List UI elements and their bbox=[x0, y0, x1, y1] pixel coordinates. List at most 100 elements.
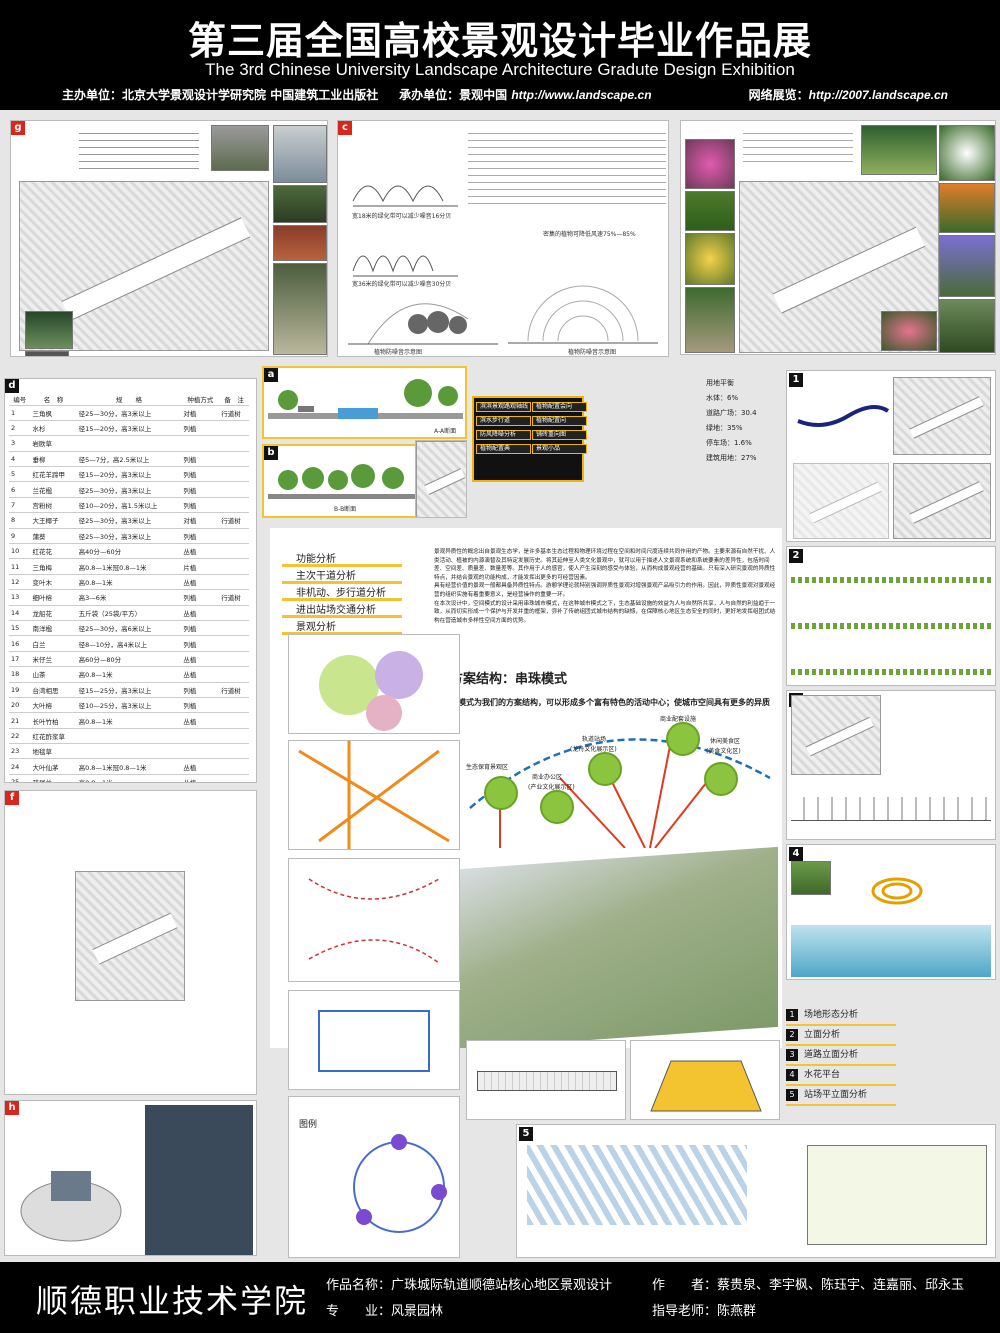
table-cell: 长叶竹柏 bbox=[30, 712, 77, 729]
table-cell: 23 bbox=[9, 743, 31, 760]
photo bbox=[25, 311, 73, 349]
stats-item: 建筑用地：27% bbox=[706, 454, 757, 462]
section-legend: 滨滨景观路观轴线 植物配置会向 滨水步行道 植物配置向 防风降噪分析 铺砖重向图… bbox=[472, 396, 587, 482]
path-analysis-map bbox=[288, 858, 460, 982]
table-cell: 径10—20分，高1.5米以上 bbox=[76, 497, 182, 514]
photo bbox=[273, 185, 327, 223]
render bbox=[791, 925, 991, 977]
school-name: 顺德职业技术学院 bbox=[36, 1282, 309, 1320]
stats-item: 道路广场：30.4 bbox=[706, 409, 757, 417]
table-cell bbox=[219, 758, 249, 775]
analysis-item[interactable]: 非机动、步行道分析 bbox=[282, 584, 402, 601]
stats-item: 水体：6% bbox=[706, 394, 739, 402]
concept-paragraph: 在本次设计中，空间模式的设计采用串珠城市模式，在这种城市模式之下，生态基础设施的… bbox=[434, 600, 776, 624]
table-cell: 台湾相思 bbox=[30, 682, 77, 698]
table-cell: 岩欧草 bbox=[30, 435, 77, 452]
header: 第三届全国高校景观设计毕业作品展 The 3rd Chinese Univers… bbox=[0, 0, 1000, 110]
analysis-list: 功能分析 主次干道分析 非机动、步行道分析 进出站场交通分析 景观分析 bbox=[282, 550, 402, 635]
analysis-item[interactable]: 主次干道分析 bbox=[282, 567, 402, 584]
table-cell bbox=[219, 728, 249, 745]
table-cell: 2 bbox=[9, 420, 31, 437]
table-cell: 细叶榕 bbox=[30, 589, 77, 606]
table-cell: 高0.8—1米冠0.8—1米 bbox=[76, 558, 182, 575]
panel-tag-4: 4 bbox=[789, 847, 803, 861]
list-item[interactable]: 1 场地形态分析 bbox=[786, 1006, 896, 1026]
table-row: 17 米仔兰 高60分—80分 丛植 bbox=[9, 651, 249, 668]
text-block bbox=[79, 127, 199, 173]
table-cell: 列植 bbox=[181, 451, 220, 468]
context-map bbox=[415, 440, 467, 518]
node-label: 生态保育景观区 bbox=[466, 764, 509, 771]
table-cell: 变叶木 bbox=[30, 574, 77, 591]
table-row: 18 山茶 高0.8—1米 丛植 bbox=[9, 666, 249, 683]
panel-3: 3 bbox=[786, 690, 996, 840]
concept-text: 景观异质性的概念出自景观生态学，是许多基本生态过程和物理环境过程在空间和时间尺度… bbox=[434, 548, 778, 625]
authors: 作 者：蔡贵泉、李宇枫、陈珏宇、连嘉丽、邱永玉 bbox=[652, 1274, 964, 1293]
table-row: 21 长叶竹柏 高0.8—1米 丛植 bbox=[9, 712, 249, 729]
panel-g: g bbox=[10, 120, 328, 357]
legend-item: 滨滨景观路观轴线 bbox=[476, 402, 531, 412]
table-row: 2 水杉 径15—20分，高3米以上 列植 bbox=[9, 420, 249, 437]
legend-item: 植物配置会向 bbox=[532, 402, 587, 412]
table-cell: 6 bbox=[9, 481, 31, 498]
plaza-render bbox=[20, 1171, 122, 1242]
list-item[interactable]: 2 立面分析 bbox=[786, 1026, 896, 1046]
table-cell: 龙船花 bbox=[30, 605, 77, 621]
road-analysis-map bbox=[288, 740, 460, 850]
table-cell: 径25—30分，高6米以上 bbox=[76, 620, 182, 637]
table-cell: 24 bbox=[9, 758, 31, 775]
table-cell: 行道树 bbox=[219, 512, 249, 529]
organizers: 主办单位：北京大学景观设计学研究院 中国建筑工业出版社 承办单位：景观中国 ht… bbox=[62, 86, 652, 103]
work-title: 作品名称：广珠城际轨道顺德站核心地区景观设计 bbox=[326, 1274, 612, 1293]
table-cell: 行道树 bbox=[219, 405, 249, 421]
table-cell bbox=[181, 435, 220, 452]
table-cell: 兰花楹 bbox=[30, 481, 77, 498]
table-cell bbox=[219, 574, 249, 591]
table-cell bbox=[219, 558, 249, 575]
table-cell: 19 bbox=[9, 682, 31, 698]
panel-h: h bbox=[4, 1100, 257, 1256]
node-label: 商业办公区 bbox=[532, 774, 563, 781]
night-render bbox=[145, 1105, 253, 1255]
web-url-link[interactable]: http://2007.landscape.cn bbox=[809, 88, 948, 102]
table-cell: 红花酢浆草 bbox=[30, 728, 77, 745]
node-label: 商业配套设施 bbox=[660, 716, 697, 723]
analysis-item[interactable]: 景观分析 bbox=[282, 618, 402, 635]
table-cell bbox=[219, 497, 249, 514]
photo bbox=[211, 125, 269, 171]
table-row: 20 大叶榕 径10—25分，高3米以上 列植 bbox=[9, 697, 249, 714]
panel-tag-h: h bbox=[5, 1101, 19, 1115]
table-cell: 列植 bbox=[181, 481, 220, 498]
table-cell: 高0.8—1米 bbox=[76, 666, 182, 683]
list-item[interactable]: 5 站场平立面分析 bbox=[786, 1086, 896, 1106]
table-cell: 20 bbox=[9, 697, 31, 714]
table-cell: 南洋楹 bbox=[30, 620, 77, 637]
co-url-link[interactable]: http://www.landscape.cn bbox=[511, 88, 651, 102]
list-item[interactable]: 3 道路立面分析 bbox=[786, 1046, 896, 1066]
list-item[interactable]: 4 水花平台 bbox=[786, 1066, 896, 1086]
table-cell: 列植 bbox=[181, 420, 220, 437]
caption: 密集的植物可降低风速75%—85% bbox=[543, 231, 636, 238]
node-label: 轨道站场 bbox=[582, 736, 607, 743]
table-cell bbox=[219, 451, 249, 468]
panel-tag-1: 1 bbox=[789, 373, 803, 387]
table-row: 3 岩欧草 bbox=[9, 435, 249, 452]
table-cell bbox=[219, 605, 249, 621]
table-cell: 高0.8—1米冠0.8—1米 bbox=[76, 758, 182, 775]
station-plan bbox=[466, 1040, 626, 1120]
analysis-item[interactable]: 进出站场交通分析 bbox=[282, 601, 402, 618]
plant-table: 编号名 称规 格种植方式备 注 1 三角枫 径25—30分，高3米以上 对植 行道树 2 水… bbox=[9, 393, 249, 782]
table-cell: 对植 bbox=[181, 512, 220, 529]
elevation-strip bbox=[791, 669, 991, 675]
analysis-item[interactable]: 功能分析 bbox=[282, 550, 402, 567]
stats-item: 绿地：35% bbox=[706, 424, 743, 432]
table-header-row: 编号名 称规 格种植方式备 注 bbox=[9, 393, 249, 406]
photo bbox=[273, 225, 327, 261]
table-cell: 丛植 bbox=[181, 774, 220, 782]
section-label: A-A断面 bbox=[434, 428, 457, 435]
table-cell: 行道树 bbox=[219, 589, 249, 606]
legend-item: 滨水步行道 bbox=[476, 416, 531, 426]
table-row: 25疏尾兰高0.8—1米丛植 bbox=[9, 774, 249, 782]
scheme-title: 方案结构：串珠模式 bbox=[450, 672, 568, 687]
table-cell: 丛植 bbox=[181, 605, 220, 621]
